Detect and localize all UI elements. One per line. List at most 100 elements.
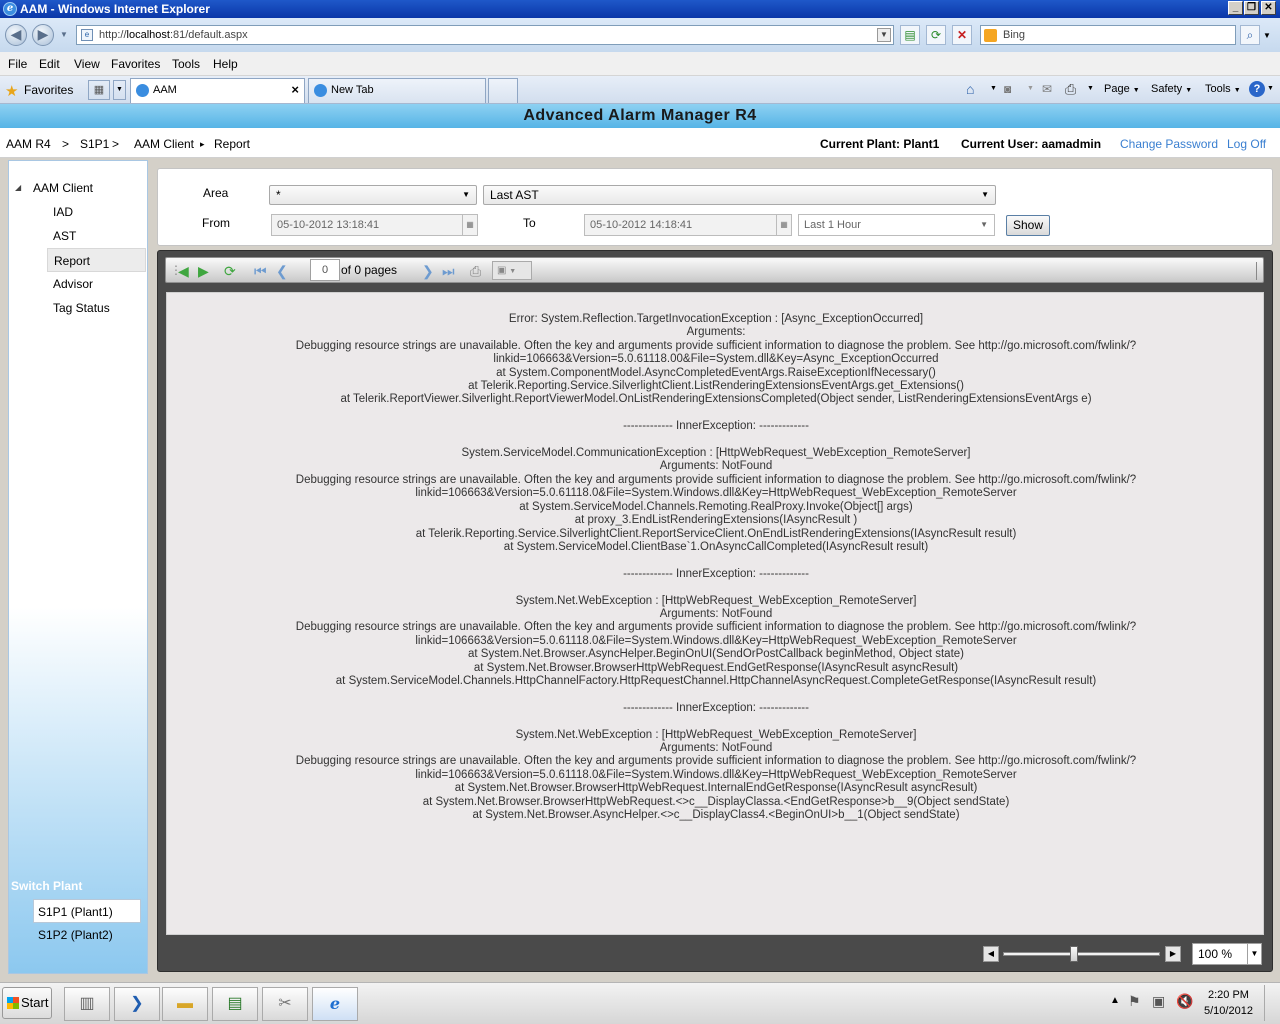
- breadcrumb-root[interactable]: AAM R4: [6, 137, 51, 151]
- restore-button[interactable]: ❐: [1244, 1, 1259, 15]
- home-icon[interactable]: ⌂: [966, 81, 974, 97]
- nav-item-ast[interactable]: AST: [53, 229, 76, 243]
- refresh-button[interactable]: ⟳: [926, 25, 946, 45]
- zoom-select[interactable]: 100 % ▼: [1192, 943, 1262, 965]
- start-label: Start: [21, 995, 49, 1010]
- menu-file[interactable]: File: [8, 57, 27, 71]
- search-button[interactable]: ⌕: [1240, 25, 1260, 45]
- tab-list-dropdown[interactable]: ▼: [113, 80, 126, 100]
- zoom-slider-track[interactable]: [1003, 952, 1160, 956]
- page-menu[interactable]: Page ▼: [1104, 83, 1140, 95]
- previous-page-icon[interactable]: ❮: [276, 263, 288, 280]
- report-select[interactable]: Last AST ▼: [483, 185, 996, 205]
- help-icon[interactable]: ?: [1249, 81, 1265, 97]
- feeds-dropdown[interactable]: ▼: [1027, 85, 1034, 92]
- time-range-select[interactable]: Last 1 Hour ▼: [798, 214, 995, 236]
- menu-favorites[interactable]: Favorites: [111, 57, 160, 71]
- tools-icon[interactable]: ✂: [262, 987, 308, 1021]
- page-number-input[interactable]: 0: [310, 259, 340, 281]
- tools-menu[interactable]: Tools ▼: [1205, 83, 1241, 95]
- address-dropdown[interactable]: ▼: [877, 28, 891, 42]
- show-button[interactable]: Show: [1006, 215, 1050, 236]
- help-dropdown[interactable]: ▼: [1267, 85, 1274, 92]
- calendar-icon[interactable]: ▦: [776, 215, 791, 235]
- nav-tree-root[interactable]: AAM Client: [33, 181, 93, 195]
- breadcrumb-client[interactable]: AAM Client: [134, 137, 194, 151]
- menu-help[interactable]: Help: [213, 57, 238, 71]
- task-manager-icon[interactable]: ▤: [212, 987, 258, 1021]
- export-dropdown[interactable]: ▣ ▼: [492, 261, 532, 280]
- safety-menu[interactable]: Safety ▼: [1151, 83, 1192, 95]
- print-report-icon[interactable]: ⎙: [470, 263, 481, 280]
- read-mail-icon[interactable]: ✉: [1042, 82, 1052, 96]
- clock-date[interactable]: 5/10/2012: [1204, 1005, 1253, 1017]
- stop-button[interactable]: ✕: [952, 25, 972, 45]
- refresh-report-icon[interactable]: ⟳: [224, 263, 236, 280]
- area-select[interactable]: * ▼: [269, 185, 477, 205]
- last-page-icon[interactable]: ⏭: [442, 263, 455, 280]
- favorites-button[interactable]: Favorites: [24, 83, 73, 97]
- network-icon[interactable]: ▣: [1152, 993, 1165, 1010]
- server-manager-icon[interactable]: ▥: [64, 987, 110, 1021]
- menu-bar: File Edit View Favorites Tools Help: [0, 52, 1280, 76]
- log-off-link[interactable]: Log Off: [1227, 137, 1266, 151]
- breadcrumb: AAM R4 > S1P1 > AAM Client ▸ Report Curr…: [0, 128, 1280, 158]
- nav-item-advisor[interactable]: Advisor: [53, 277, 93, 291]
- plant-option-s1p1[interactable]: S1P1 (Plant1): [33, 899, 141, 923]
- nav-item-iad[interactable]: IAD: [53, 205, 73, 219]
- plant-option-s1p2[interactable]: S1P2 (Plant2): [38, 928, 113, 942]
- new-tab-button[interactable]: [488, 78, 518, 103]
- clock-time[interactable]: 2:20 PM: [1208, 989, 1249, 1001]
- zoom-out-button[interactable]: ◀: [983, 946, 999, 962]
- breadcrumb-site[interactable]: S1P1: [80, 137, 109, 151]
- print-icon[interactable]: ⎙: [1065, 81, 1076, 98]
- calendar-icon[interactable]: ▦: [462, 215, 477, 235]
- powershell-icon[interactable]: ❯: [114, 987, 160, 1021]
- menu-tools[interactable]: Tools: [172, 57, 200, 71]
- next-page-icon[interactable]: ❯: [422, 263, 434, 280]
- action-center-flag-icon[interactable]: ⚑: [1128, 993, 1141, 1010]
- minimize-button[interactable]: _: [1228, 1, 1243, 15]
- recent-pages-dropdown[interactable]: ▼: [60, 30, 68, 39]
- time-range-value: Last 1 Hour: [804, 219, 861, 231]
- ie-page-icon: [314, 84, 327, 97]
- search-options-dropdown[interactable]: ▼: [1263, 31, 1271, 40]
- to-datetime-input[interactable]: 05-10-2012 14:18:41 ▦: [584, 214, 792, 236]
- nav-item-tag-status[interactable]: Tag Status: [53, 301, 110, 315]
- address-input[interactable]: e http://localhost:81/default.aspx ▼: [76, 25, 894, 45]
- windows-logo-icon: [7, 997, 19, 1009]
- start-button[interactable]: Start: [2, 987, 52, 1019]
- home-dropdown[interactable]: ▼: [990, 85, 997, 92]
- show-desktop-button[interactable]: [1264, 985, 1278, 1021]
- zoom-in-button[interactable]: ▶: [1165, 946, 1181, 962]
- explorer-folder-icon[interactable]: ▬: [162, 987, 208, 1021]
- tab-new-tab[interactable]: New Tab: [308, 78, 486, 103]
- nav-item-report[interactable]: Report: [47, 248, 146, 272]
- internet-explorer-icon[interactable]: e: [312, 987, 358, 1021]
- from-datetime-input[interactable]: 05-10-2012 13:18:41 ▦: [271, 214, 478, 236]
- back-icon[interactable]: ◀: [178, 263, 189, 280]
- forward-button[interactable]: ▶: [32, 24, 54, 46]
- area-label: Area: [203, 186, 229, 200]
- report-filter-panel: Area * ▼ Last AST ▼ From 05-10-2012 13:18:…: [157, 168, 1273, 246]
- quick-tabs-icon[interactable]: ▦: [88, 80, 110, 100]
- print-dropdown[interactable]: ▼: [1087, 85, 1094, 92]
- back-button[interactable]: ◀: [5, 24, 27, 46]
- safety-menu-label: Safety: [1151, 83, 1183, 95]
- first-page-icon[interactable]: ⏮: [254, 263, 267, 280]
- change-password-link[interactable]: Change Password: [1120, 137, 1218, 151]
- forward-icon[interactable]: ▶: [198, 263, 209, 280]
- search-input[interactable]: Bing: [980, 25, 1236, 45]
- zoom-slider-thumb[interactable]: [1069, 946, 1078, 962]
- collapse-tree-icon[interactable]: ◢: [15, 183, 21, 192]
- volume-muted-icon[interactable]: 🔇: [1176, 993, 1193, 1010]
- menu-edit[interactable]: Edit: [39, 57, 60, 71]
- menu-view[interactable]: View: [74, 57, 100, 71]
- close-window-button[interactable]: ✕: [1261, 1, 1276, 15]
- compatibility-view-button[interactable]: ▤: [900, 25, 920, 45]
- show-hidden-icons[interactable]: ▲: [1110, 995, 1120, 1006]
- tab-aam[interactable]: AAM ×: [130, 78, 305, 103]
- close-tab-icon[interactable]: ×: [291, 79, 299, 101]
- feeds-icon[interactable]: ◙: [1004, 82, 1011, 96]
- report-content-area: Error: System.Reflection.TargetInvocatio…: [166, 292, 1264, 935]
